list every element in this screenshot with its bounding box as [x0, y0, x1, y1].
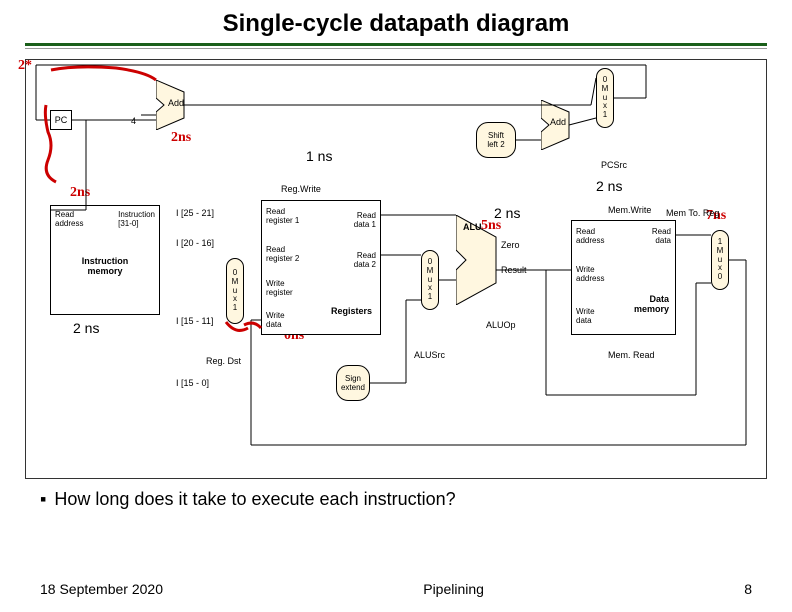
footer: 18 September 2020 Pipelining 8 — [0, 581, 792, 597]
memread-label: Mem. Read — [608, 350, 655, 360]
timing-1ns: 1 ns — [306, 148, 332, 164]
field-i150: I [15 - 0] — [176, 378, 209, 388]
memwrite-label: Mem.Write — [608, 205, 651, 215]
instruction-memory-block: Read address Instruction [31-0] Instruct… — [50, 205, 160, 315]
const-4: 4 — [131, 116, 136, 126]
sign-extend-label: Sign extend — [341, 374, 365, 392]
rf-writedata: Write data — [266, 311, 285, 329]
annotation-2ns-add: 2ns — [171, 130, 191, 146]
timing-2ns-dmem: 2 ns — [596, 178, 622, 194]
rf-readdata2: Read data 2 — [354, 251, 376, 269]
rf-readdata1: Read data 1 — [354, 211, 376, 229]
dmem-title: Data memory — [634, 294, 669, 314]
dmem-writedata: Write data — [576, 307, 595, 325]
page-title: Single-cycle datapath diagram — [0, 0, 792, 43]
imem-readaddr: Read address — [55, 210, 83, 228]
pcsrc-label: PCSrc — [601, 160, 627, 170]
shift-left-label: Shift left 2 — [487, 131, 504, 149]
sign-extend-block: Sign extend — [336, 365, 370, 401]
shift-left-block: Shift left 2 — [476, 122, 516, 158]
data-memory-block: Read address Read data Write address Wri… — [571, 220, 676, 335]
dmem-readdata: Read data — [652, 227, 671, 245]
footer-topic: Pipelining — [423, 581, 484, 597]
memtoreg-mux: 1 M u x 0 — [711, 230, 729, 290]
annotation-2ns-pc: 2ns — [70, 185, 90, 201]
timing-2ns-alu: 2 ns — [494, 205, 520, 221]
imem-title: Instruction memory — [51, 256, 159, 276]
rf-title: Registers — [331, 306, 372, 316]
adder1-label: Add — [168, 98, 184, 108]
alu-label: ALU — [463, 222, 482, 232]
regdst-mux: 0 M u x 1 — [226, 258, 244, 324]
field-i2521: I [25 - 21] — [176, 208, 214, 218]
question-text: ▪How long does it take to execute each i… — [40, 489, 752, 510]
alu-zero: Zero — [501, 240, 520, 250]
rf-writereg: Write register — [266, 279, 293, 297]
dmem-readaddr: Read address — [576, 227, 604, 245]
register-file-block: Read register 1 Read register 2 Write re… — [261, 200, 381, 335]
timing-2ns-imem: 2 ns — [73, 320, 99, 336]
alusrc-mux: 0 M u x 1 — [421, 250, 439, 310]
title-underline — [25, 43, 767, 46]
rf-readreg1: Read register 1 — [266, 207, 299, 225]
field-i2016: I [20 - 16] — [176, 238, 214, 248]
aluop-label: ALUOp — [486, 320, 516, 330]
pcsrc-mux: 0 M u x 1 — [596, 68, 614, 128]
imem-instruction: Instruction [31-0] — [118, 210, 155, 228]
alusrc-label: ALUSrc — [414, 350, 445, 360]
field-i1511: I [15 - 11] — [176, 316, 213, 326]
title-underline-shadow — [25, 48, 767, 49]
rf-readreg2: Read register 2 — [266, 245, 299, 263]
memtoreg-label: Mem To. Reg — [666, 208, 719, 218]
diagram-canvas: 2* 2ns 2ns 2ns 5ns 0ns 7ns PC 4 Add Shif… — [25, 59, 767, 479]
pc-label: PC — [55, 115, 68, 125]
adder2-label: Add — [550, 117, 566, 127]
alu-result: Result — [501, 265, 527, 275]
dmem-writeaddr: Write address — [576, 265, 604, 283]
regdst-label: Reg. Dst — [206, 356, 241, 366]
annotation-2star: 2* — [18, 58, 32, 74]
pc-block: PC — [50, 110, 72, 130]
footer-date: 18 September 2020 — [40, 581, 163, 597]
footer-page: 8 — [744, 581, 752, 597]
regwrite-label: Reg.Write — [281, 184, 321, 194]
